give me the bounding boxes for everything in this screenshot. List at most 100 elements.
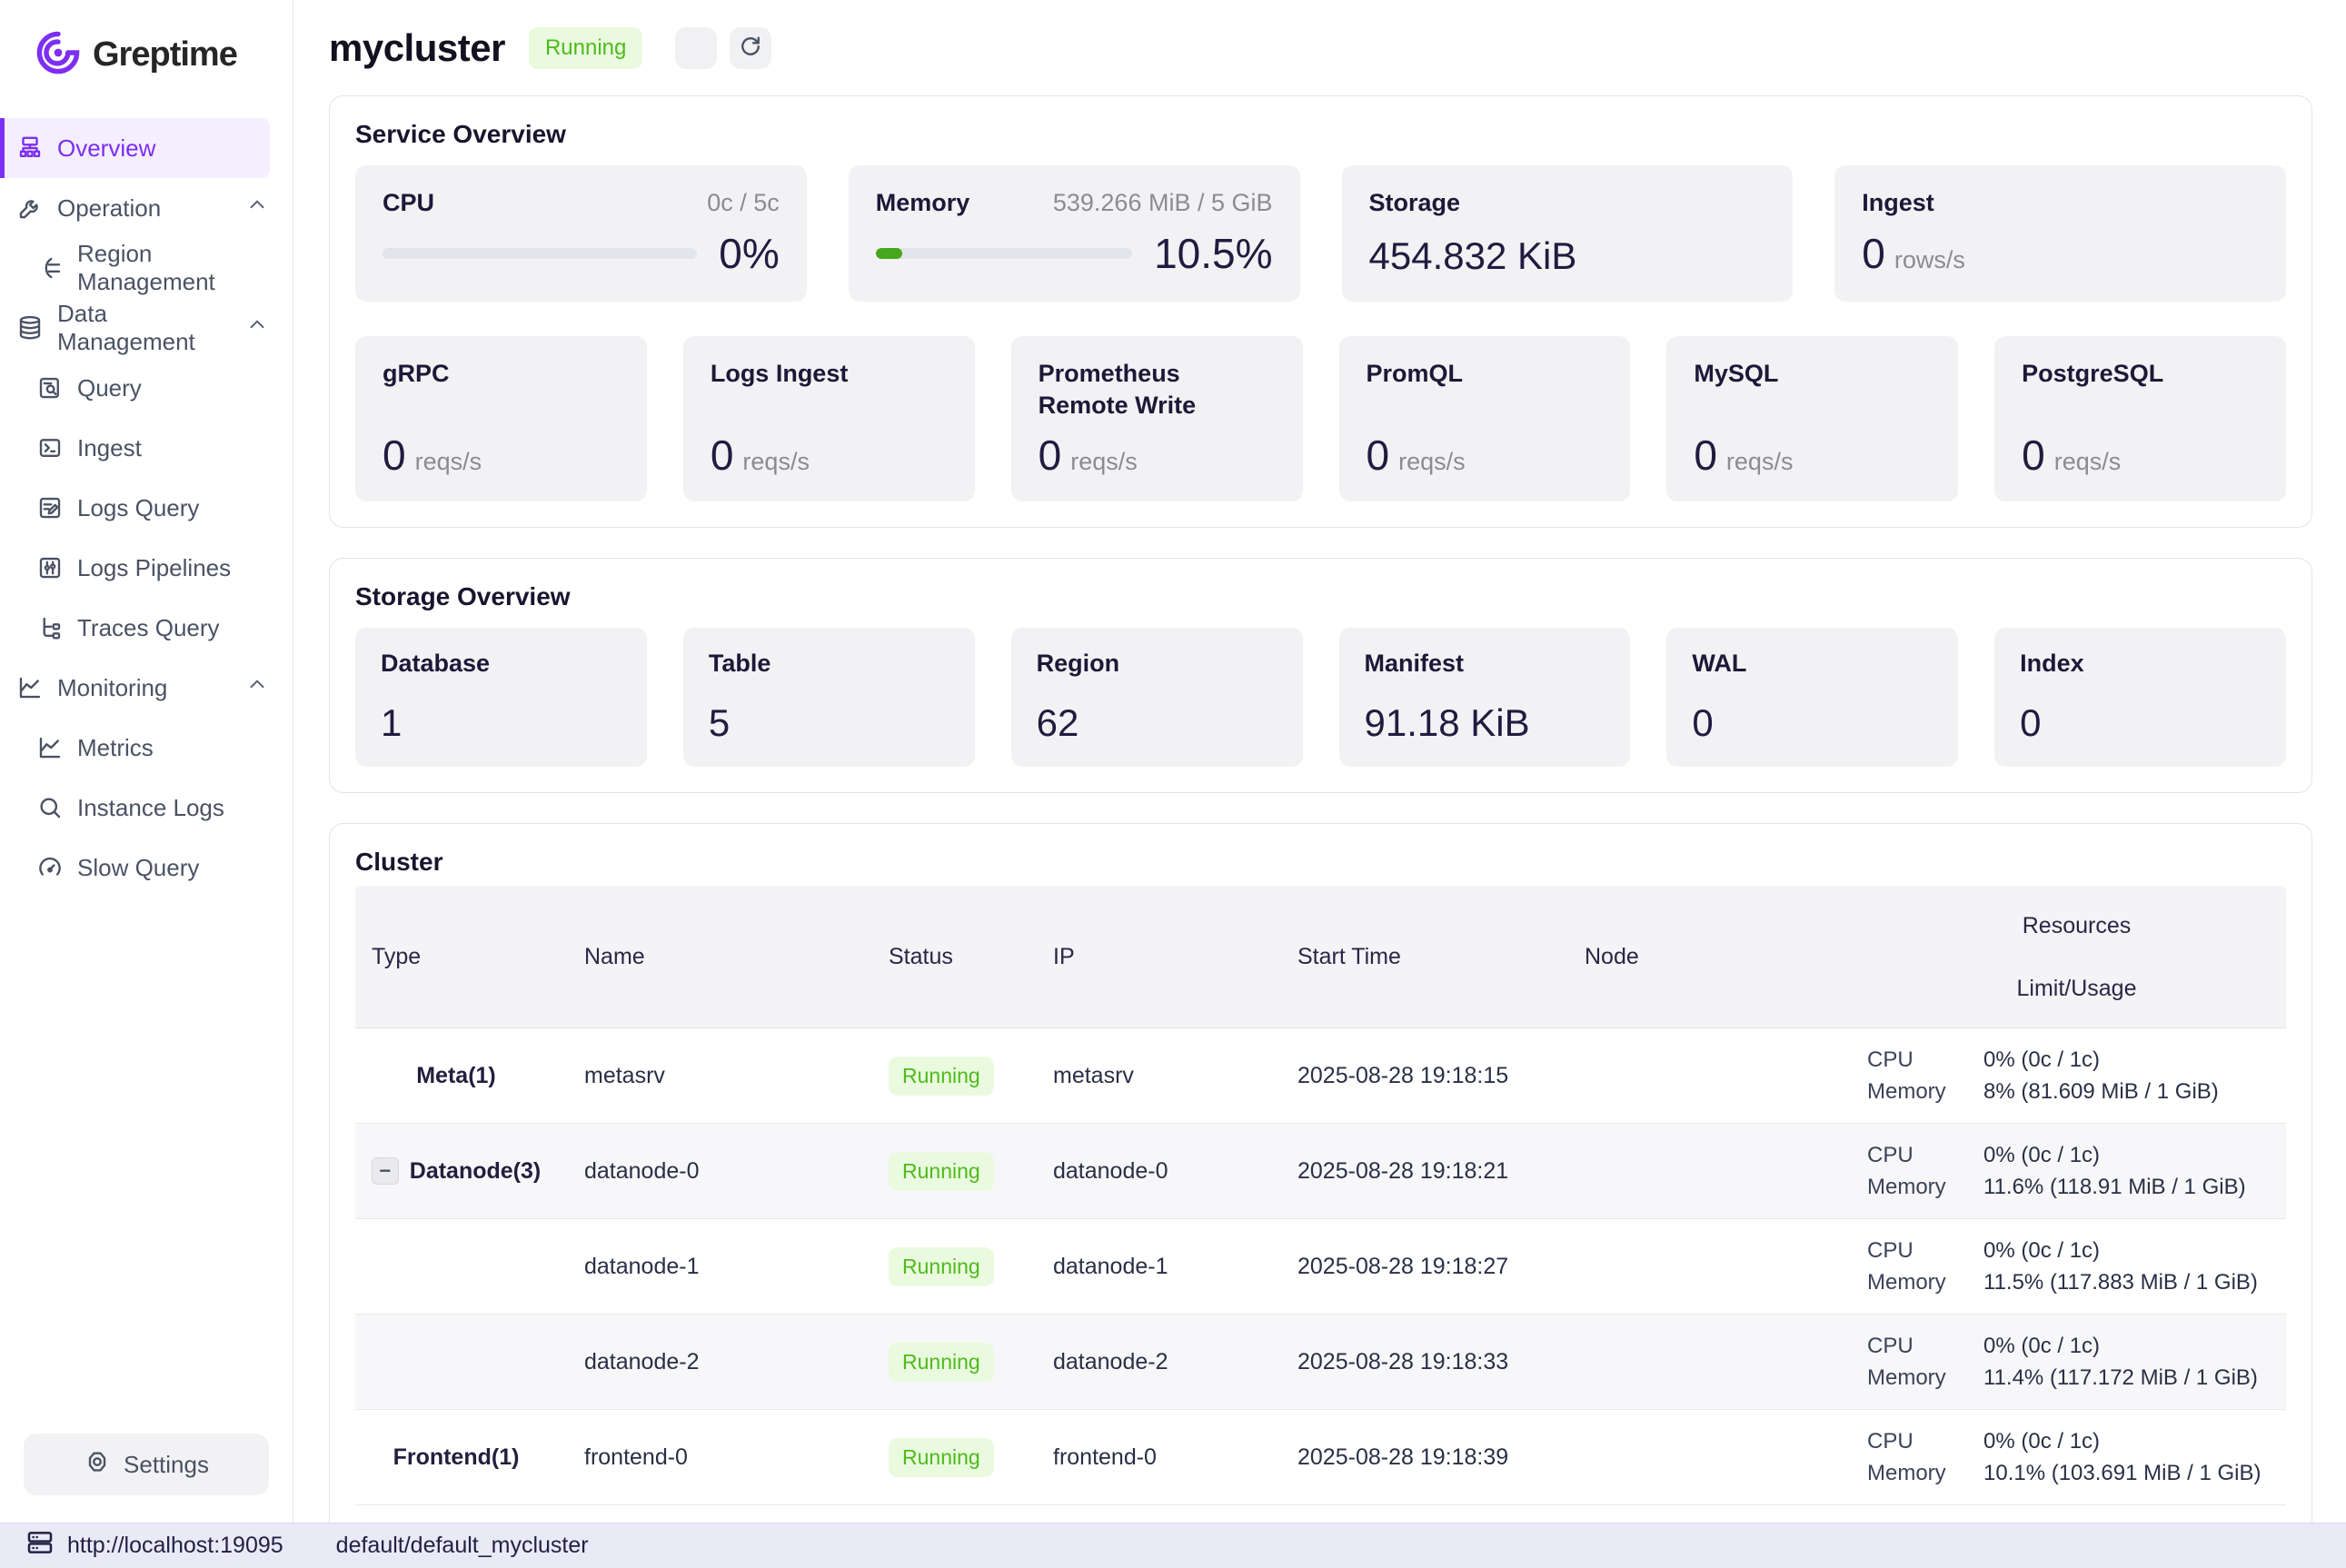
cell-ip: metasrv bbox=[1053, 1063, 1297, 1089]
sidebar-item-traces-query[interactable]: Traces Query bbox=[0, 598, 293, 658]
cell-start-time: 2025-08-28 19:18:39 bbox=[1297, 1444, 1585, 1471]
cell-start-time: 2025-08-28 19:18:21 bbox=[1297, 1158, 1585, 1185]
wrench-icon bbox=[15, 193, 45, 223]
database-icon bbox=[15, 313, 45, 343]
resources-group-label: Resources bbox=[1867, 913, 2286, 939]
sidebar-item-label: Overview bbox=[57, 134, 155, 163]
sidebar-item-logs-pipelines[interactable]: Logs Pipelines bbox=[0, 538, 293, 598]
cell-start-time: 2025-08-28 19:18:33 bbox=[1297, 1349, 1585, 1375]
storage-overview-title: Storage Overview bbox=[355, 582, 2286, 611]
sidebar-item-data-management[interactable]: Data Management bbox=[0, 298, 293, 358]
manifest-card: Manifest 91.18 KiB bbox=[1339, 628, 1631, 767]
cpu-limit: 0c / 5c bbox=[707, 189, 780, 217]
tree-branch-icon bbox=[35, 612, 65, 643]
sidebar-item-region-management[interactable]: Region Management bbox=[0, 238, 293, 298]
status-badge: Running bbox=[889, 1057, 994, 1096]
sidebar-item-label: Ingest bbox=[77, 434, 142, 462]
service-overview-panel: Service Overview CPU 0c / 5c 0% Memory bbox=[329, 95, 2312, 528]
server-icon bbox=[25, 1528, 55, 1563]
cell-name: metasrv bbox=[584, 1063, 889, 1089]
memory-limit: 539.266 MiB / 5 GiB bbox=[1053, 189, 1273, 217]
service-rate-cards: gRPC 0reqs/s Logs Ingest 0reqs/s Prometh… bbox=[355, 336, 2286, 501]
cluster-panel: Cluster Type Name Status IP Start Time N… bbox=[329, 823, 2312, 1523]
prometheus-remote-write-card: Prometheus Remote Write 0reqs/s bbox=[1011, 336, 1303, 501]
sidebar-item-query[interactable]: Query bbox=[0, 358, 293, 418]
chevron-up-icon[interactable] bbox=[245, 673, 269, 703]
sidebar-item-instance-logs[interactable]: Instance Logs bbox=[0, 778, 293, 838]
sidebar-item-label: Logs Pipelines bbox=[77, 554, 231, 582]
cluster-table-header: Type Name Status IP Start Time Node Reso… bbox=[355, 886, 2286, 1028]
status-bar: http://localhost:19095 default/default_m… bbox=[0, 1523, 2346, 1568]
collapse-group-button[interactable]: − bbox=[372, 1157, 399, 1185]
table-card: Table 5 bbox=[683, 628, 975, 767]
settings-button[interactable]: Settings bbox=[24, 1434, 269, 1495]
sidebar-item-label: Operation bbox=[57, 194, 161, 223]
refresh-button[interactable] bbox=[730, 27, 771, 69]
region-management-icon bbox=[35, 253, 65, 283]
sidebar-item-monitoring[interactable]: Monitoring bbox=[0, 658, 293, 718]
chevron-up-icon[interactable] bbox=[245, 194, 269, 223]
sidebar-item-label: Region Management bbox=[77, 240, 293, 296]
cell-name: datanode-0 bbox=[584, 1158, 889, 1185]
cpu-progressbar bbox=[383, 248, 697, 259]
status-badge: Running bbox=[889, 1152, 994, 1191]
gear-icon bbox=[84, 1448, 111, 1482]
cpu-percent: 0% bbox=[719, 229, 779, 278]
cluster-section-title: Cluster bbox=[355, 848, 2286, 877]
cell-ip: datanode-0 bbox=[1053, 1158, 1297, 1185]
postgresql-card: PostgreSQL 0reqs/s bbox=[1994, 336, 2286, 501]
ingest-card: Ingest 0 rows/s bbox=[1834, 165, 2286, 302]
app-window: Greptime Overview Operation bbox=[0, 0, 2346, 1523]
brand-logo: Greptime bbox=[0, 0, 293, 109]
storage-value: 454.832 KiB bbox=[1369, 234, 1577, 278]
sidebar-item-ingest[interactable]: Ingest bbox=[0, 418, 293, 478]
sidebar-item-slow-query[interactable]: Slow Query bbox=[0, 838, 293, 898]
region-card: Region 62 bbox=[1011, 628, 1303, 767]
cell-name: datanode-1 bbox=[584, 1254, 889, 1280]
search-icon bbox=[35, 792, 65, 823]
sidebar-item-label: Monitoring bbox=[57, 674, 167, 702]
sidebar-item-logs-query[interactable]: Logs Query bbox=[0, 478, 293, 538]
storage-label: Storage bbox=[1369, 189, 1461, 217]
sidebar-item-overview[interactable]: Overview bbox=[0, 118, 270, 178]
col-node: Node bbox=[1585, 944, 1867, 970]
col-name: Name bbox=[584, 944, 889, 970]
memory-percent: 10.5% bbox=[1154, 229, 1272, 278]
sidebar-item-label: Query bbox=[77, 374, 142, 402]
cell-start-time: 2025-08-28 19:18:27 bbox=[1297, 1254, 1585, 1280]
sidebar-item-label: Data Management bbox=[57, 300, 234, 356]
current-database[interactable]: default/default_mycluster bbox=[336, 1533, 589, 1559]
sidebar-item-label: Instance Logs bbox=[77, 794, 224, 822]
service-overview-title: Service Overview bbox=[355, 120, 2286, 149]
cpu-card: CPU 0c / 5c 0% bbox=[355, 165, 807, 302]
document-search-icon bbox=[35, 372, 65, 403]
chart-icon bbox=[15, 672, 45, 703]
document-edit-icon bbox=[35, 492, 65, 523]
memory-card: Memory 539.266 MiB / 5 GiB 10.5% bbox=[849, 165, 1300, 302]
ingest-value: 0 bbox=[1862, 229, 1885, 278]
status-badge: Running bbox=[889, 1247, 994, 1286]
cell-ip: datanode-1 bbox=[1053, 1254, 1297, 1280]
sidebar-item-metrics[interactable]: Metrics bbox=[0, 718, 293, 778]
server-url[interactable]: http://localhost:19095 bbox=[67, 1533, 283, 1559]
col-start-time: Start Time bbox=[1297, 944, 1585, 970]
metrics-chart-icon bbox=[35, 732, 65, 763]
ingest-icon bbox=[35, 432, 65, 463]
memory-progressbar bbox=[876, 248, 1132, 259]
status-badge: Running bbox=[889, 1343, 994, 1382]
sidebar: Greptime Overview Operation bbox=[0, 0, 293, 1523]
sidebar-item-label: Metrics bbox=[77, 734, 154, 762]
sidebar-item-operation[interactable]: Operation bbox=[0, 178, 293, 238]
col-resources: Resources Limit/Usage bbox=[1867, 886, 2286, 1027]
cluster-title: mycluster bbox=[329, 26, 505, 70]
cluster-action-button[interactable] bbox=[675, 27, 717, 69]
wal-card: WAL 0 bbox=[1666, 628, 1958, 767]
speedometer-icon bbox=[35, 852, 65, 883]
cell-start-time: 2025-08-28 19:18:15 bbox=[1297, 1063, 1585, 1089]
mysql-card: MySQL 0reqs/s bbox=[1666, 336, 1958, 501]
storage-cards: Database 1 Table 5 Region 62 Manifest 91… bbox=[355, 628, 2286, 767]
cell-ip: frontend-0 bbox=[1053, 1444, 1297, 1471]
cluster-icon bbox=[15, 133, 45, 164]
cell-ip: datanode-2 bbox=[1053, 1349, 1297, 1375]
chevron-up-icon[interactable] bbox=[245, 313, 269, 343]
